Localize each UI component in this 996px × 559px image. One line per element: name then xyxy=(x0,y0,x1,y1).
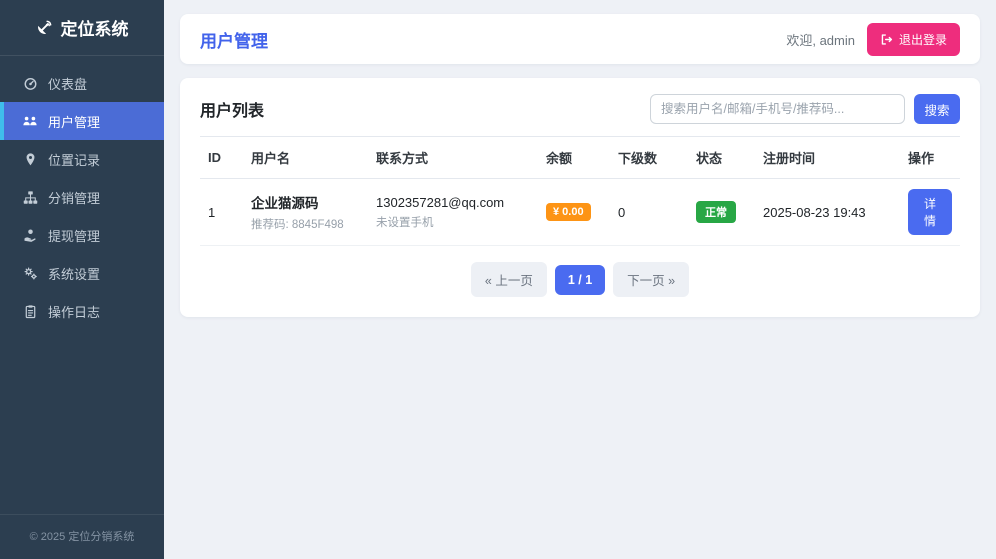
search-group: 搜索 xyxy=(650,94,960,124)
current-page-indicator: 1 / 1 xyxy=(554,264,606,295)
welcome-text: 欢迎, admin xyxy=(786,32,855,48)
brand-title: 定位系统 xyxy=(60,20,129,39)
col-header-status: 状态 xyxy=(688,136,755,179)
col-header-username: 用户名 xyxy=(243,136,368,179)
user-table-wrap: ID 用户名 联系方式 余额 下级数 状态 注册时间 操作 1 企业猫源码 推荐… xyxy=(180,136,980,246)
satellite-dish-icon xyxy=(36,19,53,36)
sitemap-icon xyxy=(22,189,38,205)
status-badge: 正常 xyxy=(696,201,736,223)
sidebar-item-label: 仪表盘 xyxy=(48,76,88,92)
sidebar-item-settings[interactable]: 系统设置 xyxy=(0,254,164,292)
sidebar-item-label: 提现管理 xyxy=(48,228,101,244)
sidebar-footer: © 2025 定位分销系统 xyxy=(0,514,164,559)
map-marker-icon xyxy=(22,151,38,167)
withdraw-icon xyxy=(22,227,38,243)
log-icon xyxy=(22,303,38,319)
sidebar-item-label: 分销管理 xyxy=(48,190,101,206)
brand: 定位系统 xyxy=(0,0,164,56)
topbar-right: 欢迎, admin 退出登录 xyxy=(786,22,960,56)
col-header-contact: 联系方式 xyxy=(368,136,538,179)
user-list-panel: 用户列表 搜索 ID 用户名 联系方式 余额 下级数 xyxy=(180,78,980,317)
search-input[interactable] xyxy=(650,94,905,124)
sidebar-item-dashboard[interactable]: 仪表盘 xyxy=(0,64,164,102)
cell-subordinates: 0 xyxy=(610,178,688,246)
page-title: 用户管理 xyxy=(200,31,268,51)
panel-head: 用户列表 搜索 xyxy=(180,78,980,136)
table-header-row: ID 用户名 联系方式 余额 下级数 状态 注册时间 操作 xyxy=(200,136,960,179)
col-header-id: ID xyxy=(200,136,243,179)
balance-badge: ¥ 0.00 xyxy=(546,203,591,221)
sidebar-menu: 仪表盘 用户管理 位置记录 分销管理 提现管理 系统设置 操作日志 xyxy=(0,56,164,330)
col-header-registered: 注册时间 xyxy=(755,136,900,179)
users-icon xyxy=(22,113,38,129)
gears-icon xyxy=(22,265,38,281)
sidebar-item-withdrawals[interactable]: 提现管理 xyxy=(0,216,164,254)
logout-label: 退出登录 xyxy=(898,32,947,47)
email-text: 1302357281@qq.com xyxy=(376,194,505,210)
sign-out-icon xyxy=(880,33,893,46)
sidebar-item-label: 操作日志 xyxy=(48,304,101,320)
main-content: 用户管理 欢迎, admin 退出登录 用户列表 搜索用户名/邮箱/手机号/推荐… xyxy=(164,0,996,559)
cell-username: 企业猫源码 推荐码: 8845F498 xyxy=(243,178,368,246)
col-header-subordinates: 下级数 xyxy=(610,136,688,179)
cell-status: 正常 xyxy=(688,178,755,246)
detail-button[interactable]: 详情 xyxy=(908,189,952,235)
sidebar: 定位系统 仪表盘 用户管理 位置记录 分销管理 提现管理 系统设置 操作日志 ©… xyxy=(0,0,164,559)
prev-page-button[interactable]: « 上一页 xyxy=(470,262,547,297)
sidebar-item-locations[interactable]: 位置记录 xyxy=(0,140,164,178)
cell-actions: 详情 xyxy=(900,178,960,246)
referral-code: 推荐码: 8845F498 xyxy=(251,219,344,231)
logout-button[interactable]: 退出登录 xyxy=(866,22,960,56)
panel-title: 用户列表 xyxy=(200,103,265,120)
sidebar-item-users[interactable]: 用户管理 xyxy=(0,102,164,140)
col-header-balance: 余额 xyxy=(538,136,610,179)
search-button[interactable]: 搜索 xyxy=(914,94,960,124)
sidebar-item-label: 用户管理 xyxy=(48,114,101,130)
topbar: 用户管理 欢迎, admin 退出登录 xyxy=(180,14,980,64)
next-page-button[interactable]: 下一页 » xyxy=(613,262,690,297)
sidebar-item-label: 系统设置 xyxy=(48,266,101,282)
username-text: 企业猫源码 xyxy=(251,196,319,211)
phone-text: 未设置手机 xyxy=(376,216,434,229)
gauge-icon xyxy=(22,75,38,91)
cell-registered: 2025-08-23 19:43 xyxy=(755,178,900,246)
sidebar-item-logs[interactable]: 操作日志 xyxy=(0,292,164,330)
cell-balance: ¥ 0.00 xyxy=(538,178,610,246)
sidebar-item-distribution[interactable]: 分销管理 xyxy=(0,178,164,216)
col-header-actions: 操作 xyxy=(900,136,960,179)
sidebar-item-label: 位置记录 xyxy=(48,152,101,168)
pagination: « 上一页 1 / 1 下一页 » xyxy=(180,246,980,317)
cell-contact: 1302357281@qq.com 未设置手机 xyxy=(368,178,538,246)
user-table: ID 用户名 联系方式 余额 下级数 状态 注册时间 操作 1 企业猫源码 推荐… xyxy=(200,136,960,246)
table-row: 1 企业猫源码 推荐码: 8845F498 1302357281@qq.com … xyxy=(200,178,960,246)
cell-id: 1 xyxy=(200,178,243,246)
